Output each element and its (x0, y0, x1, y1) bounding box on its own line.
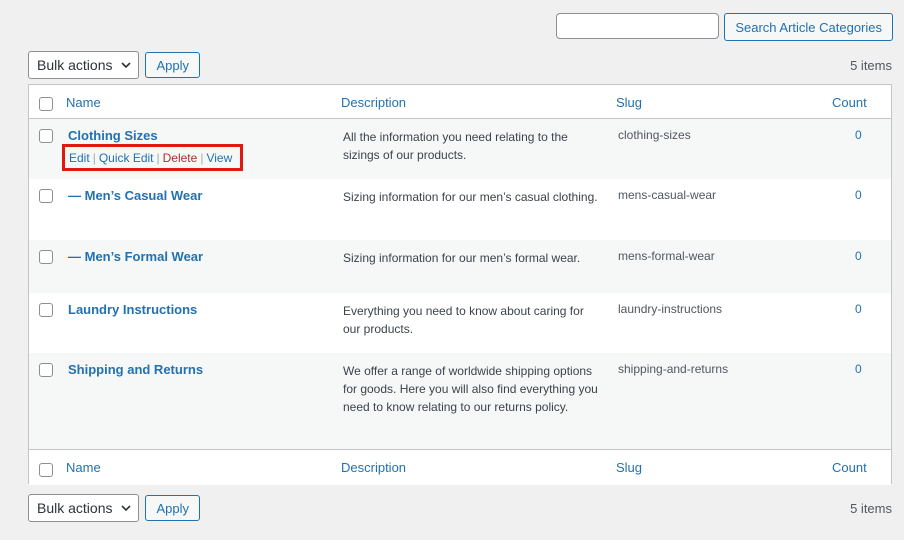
row-checkbox[interactable] (39, 363, 53, 377)
table-header: Name Description Slug Count (29, 85, 891, 119)
column-header-description[interactable]: Description (341, 95, 406, 110)
table-row: Laundry Instructions Everything you need… (29, 293, 891, 353)
search-input[interactable] (556, 13, 720, 39)
select-all-checkbox-footer[interactable] (39, 463, 53, 477)
chevron-down-icon (121, 62, 132, 69)
quick-edit-link[interactable]: Quick Edit (99, 151, 154, 165)
separator: | (156, 150, 160, 165)
tablenav-top: Bulk actions Apply 5 items (28, 51, 892, 79)
category-slug: shipping-and-returns (618, 362, 729, 376)
view-link[interactable]: View (206, 151, 232, 165)
column-header-slug[interactable]: Slug (616, 95, 642, 110)
category-count-link[interactable]: 0 (855, 188, 862, 202)
bulk-actions-label: Bulk actions (37, 500, 113, 516)
column-footer-name[interactable]: Name (66, 460, 101, 475)
column-footer-description[interactable]: Description (341, 460, 406, 475)
table-row: — Men’s Formal Wear Sizing information f… (29, 240, 891, 293)
bulk-actions-select[interactable]: Bulk actions (28, 51, 140, 79)
table-row: — Men’s Casual Wear Sizing information f… (29, 179, 891, 240)
separator: | (92, 150, 96, 165)
chevron-down-icon (121, 505, 132, 512)
category-slug: laundry-instructions (618, 302, 723, 316)
category-count-link[interactable]: 0 (855, 128, 862, 142)
row-checkbox[interactable] (39, 129, 53, 143)
search-button[interactable]: Search Article Categories (724, 13, 893, 41)
select-all-checkbox[interactable] (39, 97, 53, 111)
tablenav-bottom: Bulk actions Apply 5 items (28, 494, 892, 522)
row-checkbox[interactable] (39, 303, 53, 317)
category-count-link[interactable]: 0 (855, 302, 862, 316)
row-checkbox[interactable] (39, 189, 53, 203)
table-footer: Name Description Slug Count (29, 449, 891, 485)
row-checkbox[interactable] (39, 250, 53, 264)
category-count-link[interactable]: 0 (855, 249, 862, 263)
category-slug: mens-formal-wear (618, 249, 715, 263)
delete-link[interactable]: Delete (163, 151, 198, 165)
category-description: Sizing information for our men’s casual … (343, 190, 598, 204)
category-name-link[interactable]: Shipping and Returns (68, 362, 203, 377)
table-row: Shipping and Returns We offer a range of… (29, 353, 891, 449)
items-count-bottom: 5 items (850, 500, 892, 516)
category-slug: clothing-sizes (618, 128, 691, 142)
category-name-link[interactable]: Laundry Instructions (68, 302, 197, 317)
categories-table: Name Description Slug Count Clothing Siz… (28, 84, 892, 485)
category-description: Everything you need to know about caring… (343, 304, 584, 336)
items-count: 5 items (850, 57, 892, 73)
column-footer-slug[interactable]: Slug (616, 460, 642, 475)
category-description: All the information you need relating to… (343, 130, 568, 162)
bulk-actions-select-bottom[interactable]: Bulk actions (28, 494, 140, 522)
column-header-count[interactable]: Count (832, 95, 867, 110)
category-name-link[interactable]: — Men’s Casual Wear (68, 188, 202, 203)
apply-button-bottom[interactable]: Apply (145, 495, 201, 521)
bulk-actions-label: Bulk actions (37, 57, 113, 73)
category-count-link[interactable]: 0 (855, 362, 862, 376)
separator: | (200, 150, 204, 165)
category-name-link[interactable]: Clothing Sizes (68, 128, 158, 143)
edit-link[interactable]: Edit (69, 151, 90, 165)
category-slug: mens-casual-wear (618, 188, 717, 202)
table-row: Clothing Sizes Edit | Quick Edit | Delet… (29, 119, 891, 179)
column-header-name[interactable]: Name (66, 95, 101, 110)
column-footer-count[interactable]: Count (832, 460, 867, 475)
category-description: Sizing information for our men’s formal … (343, 251, 581, 265)
category-name-link[interactable]: — Men’s Formal Wear (68, 249, 203, 264)
apply-button[interactable]: Apply (145, 52, 201, 78)
category-description: We offer a range of worldwide shipping o… (343, 364, 598, 414)
row-actions-highlight: Edit | Quick Edit | Delete | View (62, 144, 243, 171)
search-box: Search Article Categories (556, 13, 893, 41)
